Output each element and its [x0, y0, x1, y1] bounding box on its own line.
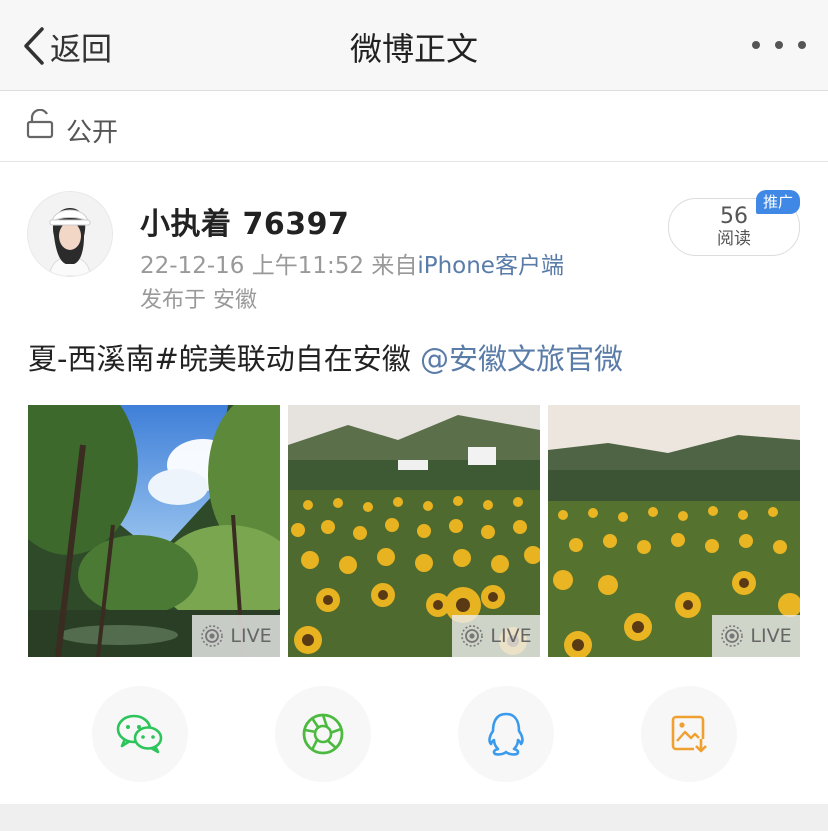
live-photo-icon — [721, 625, 744, 647]
visibility-label: 公开 — [66, 118, 119, 148]
more-dot-icon — [752, 41, 760, 49]
share-moments-button[interactable] — [275, 686, 371, 782]
source-prefix: 来自 — [371, 253, 418, 279]
post-time: 22-12-16 上午11:52 — [140, 253, 364, 279]
share-qq-button[interactable] — [458, 686, 554, 782]
avatar[interactable] — [28, 192, 112, 276]
live-label: LIVE — [230, 625, 272, 647]
save-image-icon — [671, 715, 708, 753]
more-dot-icon — [798, 41, 806, 49]
mention-link[interactable]: @安徽文旅官微 — [420, 342, 623, 376]
more-dot-icon — [775, 41, 783, 49]
post-meta: 22-12-16 上午11:52 来自iPhone客户端 — [140, 246, 564, 280]
read-count-label: 阅读 — [717, 229, 751, 249]
more-options-button[interactable] — [752, 34, 806, 56]
username[interactable]: 小执着 76397 — [140, 199, 349, 243]
live-photo-badge: LIVE — [192, 615, 280, 657]
live-photo-badge: LIVE — [712, 615, 800, 657]
live-label: LIVE — [750, 625, 792, 647]
post-photo-2[interactable]: LIVE — [288, 405, 540, 657]
source-link[interactable]: iPhone客户端 — [417, 253, 564, 279]
post-photo-3[interactable]: LIVE — [548, 405, 800, 657]
live-photo-icon — [201, 625, 224, 647]
promote-badge[interactable]: 推广 — [756, 190, 800, 214]
qq-icon — [488, 712, 524, 756]
post-location: 发布于 安徽 — [140, 288, 257, 313]
wechat-icon — [116, 714, 163, 754]
live-label: LIVE — [490, 625, 532, 647]
page-title: 微博正文 — [349, 30, 478, 68]
visibility-row[interactable] — [0, 91, 828, 162]
share-wechat-button[interactable] — [92, 686, 188, 782]
post-photo-1[interactable]: LIVE — [28, 405, 280, 657]
unlock-icon — [26, 109, 54, 139]
avatar-image — [28, 192, 112, 276]
live-photo-badge: LIVE — [452, 615, 540, 657]
live-photo-icon — [461, 625, 484, 647]
bottom-divider — [0, 804, 828, 831]
post-text: 夏-西溪南#皖美联动自在安徽 @安徽文旅官微 — [28, 336, 623, 378]
save-image-button[interactable] — [641, 686, 737, 782]
moments-icon — [302, 713, 344, 755]
post-body: 夏-西溪南#皖美联动自在安徽 — [28, 342, 411, 376]
